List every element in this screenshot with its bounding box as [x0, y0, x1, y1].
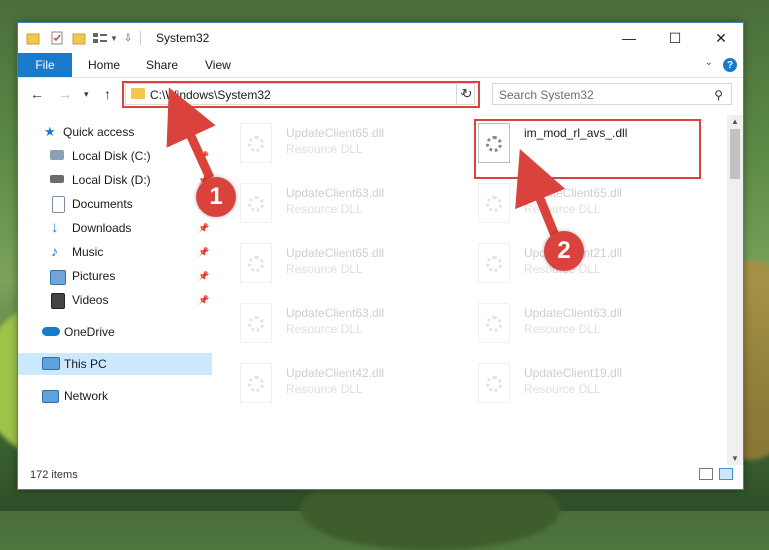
step-2-badge: 2: [544, 231, 584, 271]
step-1-badge: 1: [196, 177, 236, 217]
annotation-arrows: [166, 87, 566, 240]
arrow-to-address-bar: [166, 87, 216, 180]
arrow-to-dll-file: [515, 148, 566, 240]
